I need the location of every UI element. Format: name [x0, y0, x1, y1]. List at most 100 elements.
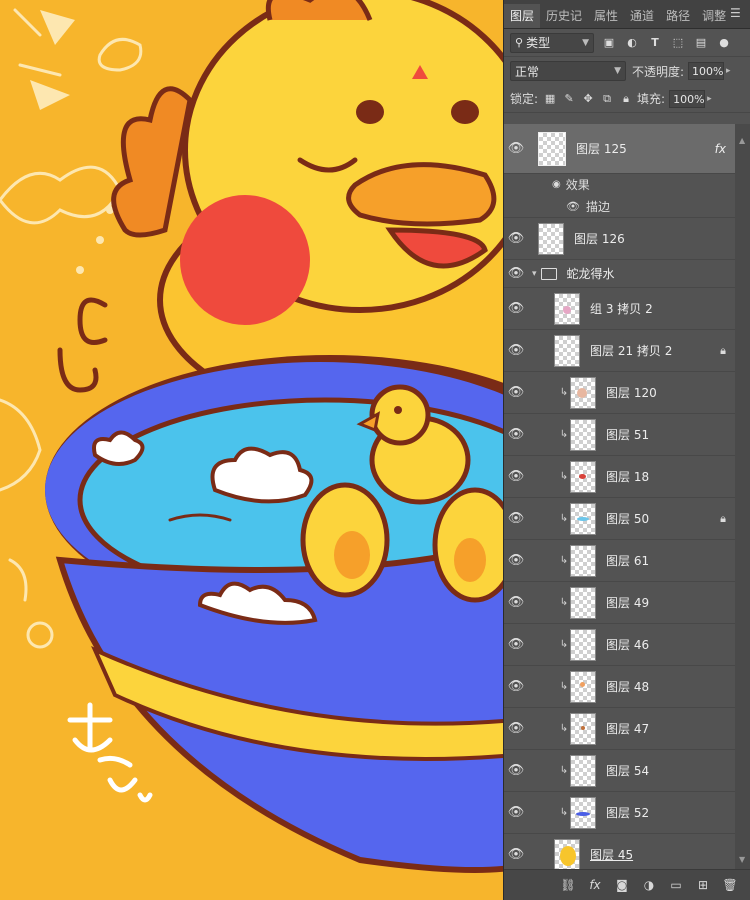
- opacity-input[interactable]: 100%: [688, 62, 725, 80]
- eye-icon[interactable]: 👁︎: [504, 679, 528, 694]
- eye-icon[interactable]: 👁︎: [504, 595, 528, 610]
- effects-icon: ◉: [552, 179, 561, 190]
- layer-row[interactable]: 👁︎ 组 3 拷贝 2: [504, 288, 736, 330]
- layer-row[interactable]: 👁︎ ↳ 图层 61: [504, 540, 736, 582]
- eye-icon[interactable]: 👁︎: [566, 200, 580, 213]
- eye-icon[interactable]: 👁︎: [504, 763, 528, 778]
- layer-row[interactable]: 👁︎ 图层 45: [504, 834, 736, 870]
- layer-row[interactable]: 👁︎ ↳ 图层 52: [504, 792, 736, 834]
- layer-filter-row: ⚲ 类型 ▼ ▣ ◐ T ⬚ ▤ ●: [504, 29, 750, 57]
- eye-icon[interactable]: 👁︎: [504, 469, 528, 484]
- layer-row[interactable]: 👁︎ ↳ 图层 46: [504, 624, 736, 666]
- eye-icon[interactable]: 👁︎: [504, 343, 528, 358]
- layer-name: 组 3 拷贝 2: [590, 302, 653, 316]
- chevron-down-icon[interactable]: ▾: [532, 269, 537, 279]
- lock-all-icon[interactable]: 🔒︎: [619, 92, 633, 106]
- layer-thumbnail: [570, 796, 596, 829]
- layer-thumbnail: [570, 586, 596, 619]
- clip-arrow-icon: ↳: [559, 807, 569, 818]
- eye-icon[interactable]: 👁︎: [504, 141, 528, 156]
- layer-group-row[interactable]: 👁︎ ▾ 蛇龙得水: [504, 260, 736, 288]
- shape-filter-icon[interactable]: ⬚: [670, 35, 686, 51]
- tab-properties[interactable]: 属性: [588, 4, 624, 28]
- stroke-effect-row[interactable]: 👁︎ 描边: [504, 195, 736, 218]
- eye-icon[interactable]: 👁︎: [504, 385, 528, 400]
- scroll-down-icon[interactable]: ▼: [739, 855, 745, 864]
- eye-icon[interactable]: 👁︎: [504, 511, 528, 526]
- type-filter-icon[interactable]: T: [647, 35, 663, 51]
- tab-layers[interactable]: 图层: [504, 4, 541, 28]
- stroke-effect-label: 描边: [585, 199, 610, 214]
- layer-list-scrollbar[interactable]: ▲ ▼: [735, 124, 750, 870]
- filter-kind-dropdown[interactable]: ⚲ 类型 ▼: [510, 32, 594, 53]
- fill-label: 填充:: [637, 92, 666, 106]
- lock-transparency-icon[interactable]: ▦: [543, 92, 557, 106]
- blend-mode-dropdown[interactable]: 正常 ▼: [510, 61, 626, 81]
- lock-image-brush-icon[interactable]: ✎: [562, 92, 576, 106]
- clip-arrow-icon: ↳: [559, 681, 569, 692]
- add-mask-icon[interactable]: ◙: [612, 875, 632, 895]
- eye-icon[interactable]: 👁︎: [504, 266, 528, 281]
- lock-row: 锁定: ▦ ✎ ✥ ⧉ 🔒︎ 填充: 100% ▸: [504, 85, 750, 113]
- tab-history[interactable]: 历史记: [540, 4, 588, 28]
- layer-row[interactable]: 👁︎ ↳ 图层 47: [504, 708, 736, 750]
- add-layer-style-icon[interactable]: fx: [585, 875, 605, 895]
- smart-object-filter-icon[interactable]: ▤: [693, 35, 709, 51]
- adjustment-filter-icon[interactable]: ◐: [624, 35, 640, 51]
- layer-name: 图层 125: [576, 142, 627, 156]
- chevron-right-icon[interactable]: ▸: [726, 66, 731, 76]
- layer-row[interactable]: 👁︎ ↳ 图层 18: [504, 456, 736, 498]
- delete-layer-icon[interactable]: 🗑︎: [720, 875, 740, 895]
- panel-menu-icon[interactable]: ☰: [730, 6, 744, 20]
- layer-name: 图层 52: [606, 806, 650, 820]
- layer-row[interactable]: 👁︎ 图层 125 fx: [504, 124, 736, 174]
- eye-icon[interactable]: 👁︎: [504, 847, 528, 862]
- layer-row[interactable]: 👁︎ ↳ 图层 54: [504, 750, 736, 792]
- fill-input[interactable]: 100%: [669, 89, 706, 108]
- eye-icon[interactable]: 👁︎: [504, 637, 528, 652]
- filter-toggle-icon[interactable]: ●: [716, 35, 732, 51]
- layer-row[interactable]: 👁︎ ↳ 图层 48: [504, 666, 736, 708]
- layer-row[interactable]: 👁︎ ↳ 图层 50 🔒︎: [504, 498, 736, 540]
- lock-position-move-icon[interactable]: ✥: [581, 92, 595, 106]
- chevron-right-icon[interactable]: ▸: [707, 94, 712, 104]
- new-layer-icon[interactable]: ⊞: [693, 875, 713, 895]
- scroll-up-icon[interactable]: ▲: [739, 136, 745, 145]
- layer-row[interactable]: 👁︎ 图层 126: [504, 218, 736, 260]
- layer-thumbnail: [570, 628, 596, 661]
- eye-icon[interactable]: 👁︎: [504, 553, 528, 568]
- layer-name: 图层 126: [574, 232, 625, 246]
- layer-row[interactable]: 👁︎ ↳ 图层 49: [504, 582, 736, 624]
- layer-row[interactable]: 👁︎ ↳ 图层 120: [504, 372, 736, 414]
- new-adjustment-layer-icon[interactable]: ◑: [639, 875, 659, 895]
- eye-icon[interactable]: 👁︎: [504, 427, 528, 442]
- layer-name: 图层 51: [606, 428, 650, 442]
- blend-mode-value: 正常: [515, 64, 540, 79]
- fx-icon[interactable]: fx: [715, 142, 726, 156]
- pixel-filter-icon[interactable]: ▣: [601, 35, 617, 51]
- eye-icon[interactable]: 👁︎: [504, 301, 528, 316]
- layer-thumbnail: [554, 334, 580, 367]
- lock-artboard-icon[interactable]: ⧉: [600, 92, 614, 106]
- document-canvas[interactable]: [0, 0, 503, 900]
- layer-row[interactable]: 👁︎ ↳ 图层 51: [504, 414, 736, 456]
- new-group-icon[interactable]: ▭: [666, 875, 686, 895]
- eye-icon[interactable]: 👁︎: [504, 721, 528, 736]
- layer-name: 图层 21 拷贝 2: [590, 344, 673, 358]
- search-icon: ⚲: [515, 36, 524, 49]
- layer-thumbnail: [554, 292, 580, 325]
- clip-arrow-icon: ↳: [559, 429, 569, 440]
- eye-icon[interactable]: 👁︎: [504, 805, 528, 820]
- tab-paths[interactable]: 路径: [660, 4, 696, 28]
- eye-icon[interactable]: 👁︎: [504, 231, 528, 246]
- tab-channels[interactable]: 通道: [624, 4, 660, 28]
- layer-group-name: 蛇龙得水: [566, 267, 615, 281]
- panel-tabs: 图层 历史记 属性 通道 路径 调整 ☰: [504, 0, 750, 29]
- effects-row[interactable]: ◉ 效果: [504, 174, 736, 195]
- layer-name: 图层 54: [606, 764, 650, 778]
- link-layers-icon[interactable]: ⛓︎: [558, 875, 578, 895]
- layer-thumbnail: [570, 670, 596, 703]
- layer-row[interactable]: 👁︎ 图层 21 拷贝 2 🔒︎: [504, 330, 736, 372]
- tab-adjustments[interactable]: 调整: [696, 4, 732, 28]
- layers-panel: 图层 历史记 属性 通道 路径 调整 ☰ ⚲ 类型 ▼ ▣ ◐ T ⬚ ▤ ● …: [503, 0, 750, 900]
